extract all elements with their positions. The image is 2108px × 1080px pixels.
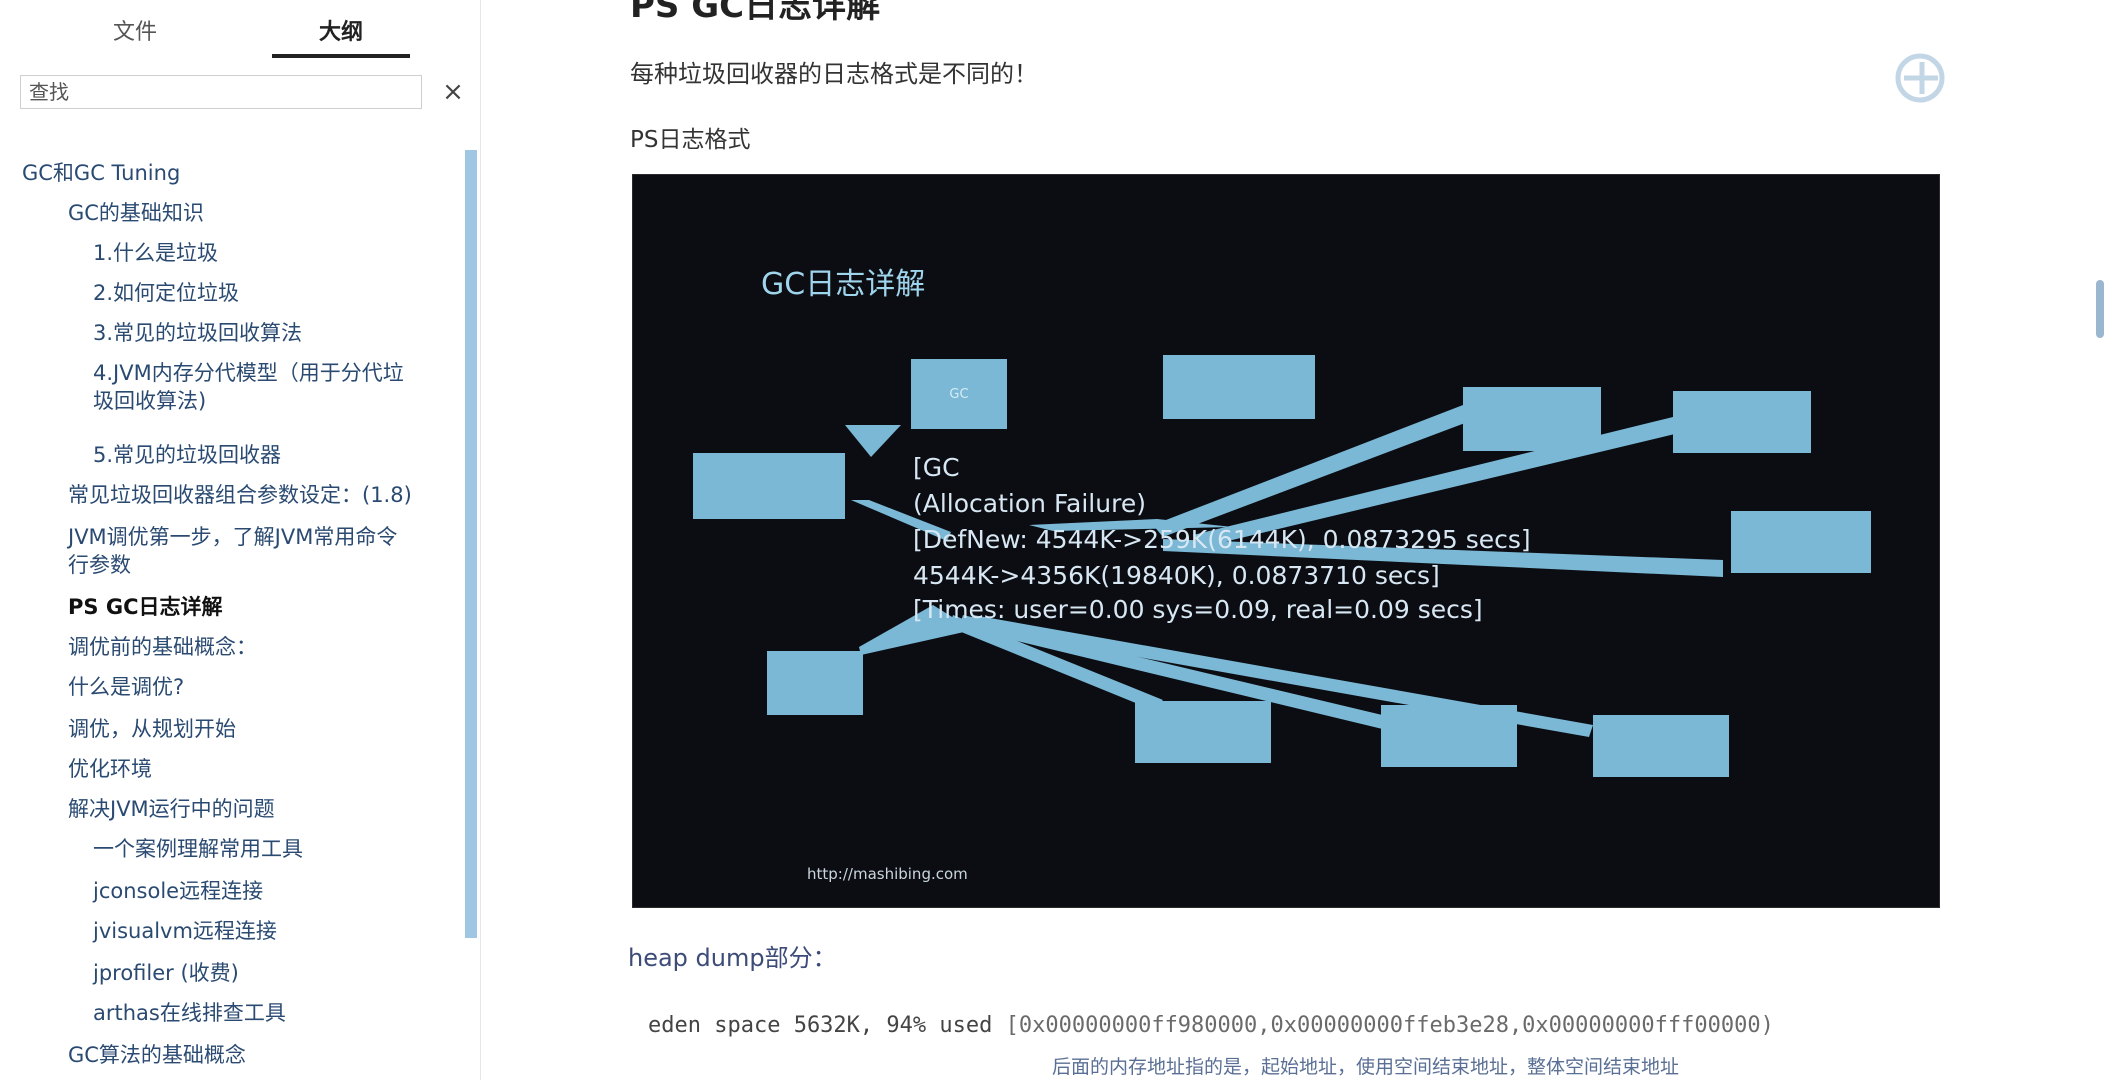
slide-url: http://mashibing.com [807,865,968,883]
outline-item-jvm-commands-cont[interactable]: 行参数 [68,550,131,580]
main-scrollbar[interactable] [2096,280,2104,338]
intro-paragraph: 每种垃圾回收器的日志格式是不同的！ [630,60,1038,88]
callout-box [1731,511,1871,573]
eden-address-range: [0x00000000ff980000,0x00000000ffeb3e28,0… [1005,1013,1774,1038]
tab-files[interactable]: 文件 [95,14,175,58]
outline-item-gc-tuning[interactable]: GC和GC Tuning [22,158,180,188]
outline-sidebar: 文件 大纲 × GC和GC Tuning GC的基础知识 1.什么是垃圾 2.如… [0,0,481,1080]
tab-outline-label: 大纲 [318,20,363,45]
active-tab-indicator [272,54,410,58]
close-icon[interactable]: × [438,77,468,107]
search-input[interactable] [21,76,421,108]
callout-box [1593,715,1729,777]
eden-space-prefix: eden space 5632K, 94% used [648,1013,1006,1038]
gc-log-line: [GC [913,453,960,482]
outline-item-jvisualvm[interactable]: jvisualvm远程连接 [93,916,277,946]
outline-item-gc-basics[interactable]: GC的基础知识 [68,198,204,228]
outline-item-tuning-planning[interactable]: 调优，从规划开始 [68,714,236,744]
outline-search [20,75,422,109]
outline-item-optimize-env[interactable]: 优化环境 [68,754,152,784]
sidebar-scrollbar[interactable] [465,150,477,938]
outline-item-tuning-concepts[interactable]: 调优前的基础概念： [68,632,257,662]
gc-log-line: [Times: user=0.00 sys=0.09, real=0.09 se… [913,595,1483,624]
outline-item-what-is-garbage[interactable]: 1.什么是垃圾 [93,238,218,268]
callout-box [1163,355,1315,419]
outline-item-jvm-commands[interactable]: JVM调优第一步，了解JVM常用命令 [68,522,397,552]
outline-item-collector-params[interactable]: 常见垃圾回收器组合参数设定：(1.8) [68,480,412,510]
outline-item-jprofiler[interactable]: jprofiler (收费) [93,958,239,988]
outline-item-jvm-runtime-issues[interactable]: 解决JVM运行中的问题 [68,794,275,824]
section-heading: PS GC日志详解 [630,0,881,26]
gc-log-slide-image: GC日志详解 GC [GC (Allocation Failure) [DefN… [632,174,1940,908]
callout-box [1673,391,1811,453]
outline-item-what-is-tuning[interactable]: 什么是调优? [68,672,184,702]
outline-item-arthas[interactable]: arthas在线排查工具 [93,998,286,1028]
eden-address-note: 后面的内存地址指的是，起始地址，使用空间结束地址，整体空间结束地址 [1052,1056,1680,1078]
heap-dump-label: heap dump部分： [628,944,837,972]
callout-box [693,453,845,519]
callout-box [1135,701,1271,763]
gc-log-line: 4544K->4356K(19840K), 0.0873710 secs] [913,561,1440,590]
callout-box [1463,387,1601,451]
outline-item-case-tools[interactable]: 一个案例理解常用工具 [93,834,303,864]
watermark-logo-icon [1895,53,1945,103]
gc-log-line: [DefNew: 4544K->259K(6144K), 0.0873295 s… [913,525,1531,554]
callout-box: GC [911,359,1007,429]
callout-box [767,651,863,715]
outline-item-common-collectors[interactable]: 5.常见的垃圾回收器 [93,440,281,470]
callout-box [1381,705,1517,767]
outline-item-jvm-memory-model[interactable]: 4.JVM内存分代模型（用于分代垃 [93,358,404,388]
outline-item-ps-gc-log[interactable]: PS GC日志详解 [68,592,222,622]
tab-outline[interactable]: 大纲 [272,14,410,58]
outline-item-locate-garbage[interactable]: 2.如何定位垃圾 [93,278,239,308]
slide-title: GC日志详解 [761,267,926,302]
outline-item-gc-algorithm-concepts[interactable]: GC算法的基础概念 [68,1040,246,1070]
document-content: PS GC日志详解 每种垃圾回收器的日志格式是不同的！ PS日志格式 GC日志详… [480,0,2108,1080]
sidebar-tabs: 文件 大纲 [0,0,480,60]
ps-format-label: PS日志格式 [630,127,751,153]
outline-item-gc-algorithms[interactable]: 3.常见的垃圾回收算法 [93,318,302,348]
outline-item-jconsole[interactable]: jconsole远程连接 [93,876,263,906]
outline-item-jvm-memory-model-cont[interactable]: 圾回收算法) [93,386,206,416]
gc-log-line: (Allocation Failure) [913,489,1146,518]
eden-space-line: eden space 5632K, 94% used [0x00000000ff… [648,1013,1774,1038]
